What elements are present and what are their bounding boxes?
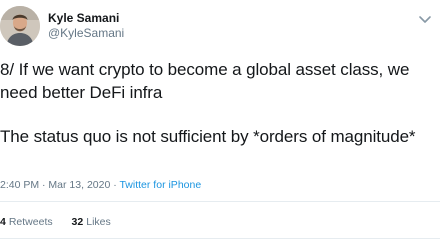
retweets-count: 4 <box>0 216 6 228</box>
tweet-paragraph: 8/ If we want crypto to become a global … <box>0 60 410 102</box>
tweet-text: 8/ If we want crypto to become a global … <box>0 58 436 148</box>
divider <box>0 201 440 202</box>
tweet-paragraph: The status quo is not sufficient by *ord… <box>0 127 416 146</box>
author-display-name[interactable]: Kyle Samani <box>48 11 124 25</box>
tweet-source-link[interactable]: Twitter for iPhone <box>119 179 201 191</box>
tweet-timestamp[interactable]: 2:40 PM · Mar 13, 2020 · <box>0 179 117 191</box>
tweet-card: Kyle Samani @KyleSamani 8/ If we want cr… <box>0 0 440 240</box>
retweets-stat[interactable]: 4 Retweets <box>0 215 53 229</box>
likes-count: 32 <box>71 216 84 228</box>
tweet-stats: 4 Retweets 32 Likes <box>0 215 127 229</box>
author-block: Kyle Samani @KyleSamani <box>48 11 124 41</box>
chevron-down-icon[interactable] <box>418 14 432 24</box>
author-handle[interactable]: @KyleSamani <box>48 25 124 41</box>
avatar[interactable] <box>0 6 40 46</box>
divider <box>0 238 440 239</box>
tweet-meta: 2:40 PM · Mar 13, 2020 · Twitter for iPh… <box>0 178 201 192</box>
likes-stat[interactable]: 32 Likes <box>72 215 111 229</box>
retweets-label: Retweets <box>8 216 53 228</box>
likes-label: Likes <box>86 216 111 228</box>
person-avatar-icon <box>0 6 40 46</box>
